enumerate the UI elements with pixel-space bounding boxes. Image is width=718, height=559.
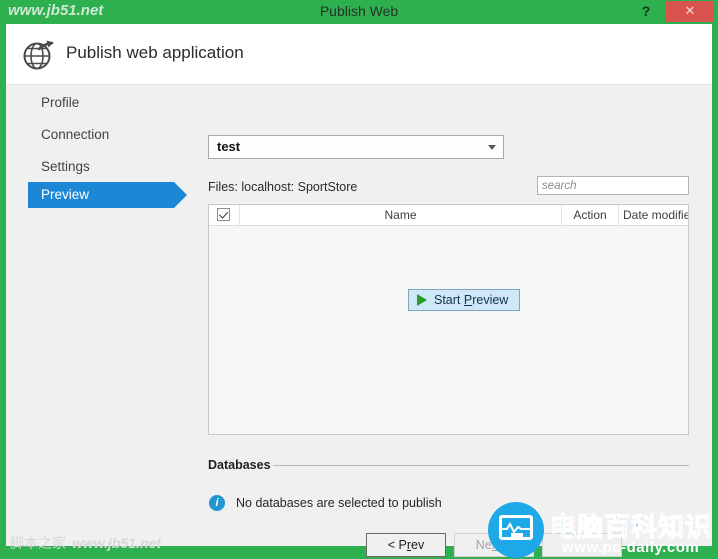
prev-button[interactable]: < Prev — [366, 533, 446, 557]
dialog-header: Publish web application — [6, 24, 712, 85]
page-title: Publish web application — [66, 43, 244, 62]
start-preview-label: Start Preview — [434, 293, 509, 307]
column-header-name[interactable]: Name — [240, 205, 562, 225]
globe-publish-icon — [22, 38, 56, 72]
close-icon: ✕ — [684, 3, 696, 18]
profile-dropdown[interactable]: test — [208, 135, 504, 159]
sidebar-item-connection[interactable]: Connection — [28, 122, 174, 148]
badge-url-text: www.pc-daily.com — [562, 539, 700, 556]
publish-web-dialog: www.jb51.net Publish Web ? ✕ Publish web — [0, 0, 718, 559]
files-label: Files: localhost: SportStore — [208, 180, 358, 194]
file-list-panel: Name Action Date modifie Start Preview — [208, 204, 689, 435]
chevron-down-icon — [488, 145, 496, 150]
select-all-header-cell[interactable] — [209, 205, 240, 225]
select-all-checkbox[interactable] — [217, 208, 230, 221]
sidebar-selection-arrow-icon — [174, 182, 187, 208]
search-input[interactable] — [537, 176, 689, 195]
window-title: Publish Web — [319, 3, 399, 19]
main-panel: test Files: localhost: SportStore Name A… — [196, 84, 712, 557]
watermark-url-text: www.jb51.net — [72, 535, 161, 551]
sidebar: Profile Connection Settings Preview — [6, 84, 196, 546]
databases-section-divider — [273, 465, 689, 466]
help-button[interactable]: ? — [636, 1, 656, 22]
databases-section-title: Databases — [208, 458, 271, 472]
databases-status-message: No databases are selected to publish — [236, 496, 442, 510]
pc-daily-watermark-badge: 电脑百科知识 www.pc-daily.com — [488, 502, 712, 558]
start-preview-button[interactable]: Start Preview — [408, 289, 521, 311]
profile-dropdown-value: test — [217, 139, 241, 154]
title-bar: www.jb51.net Publish Web ? ✕ — [0, 0, 718, 24]
pulse-wave-icon — [502, 522, 530, 534]
bottom-left-watermark: 脚本之家 www.jb51.net — [10, 533, 161, 553]
info-icon: i — [209, 495, 225, 511]
column-header-action[interactable]: Action — [562, 205, 619, 225]
close-button[interactable]: ✕ — [666, 1, 714, 22]
column-header-date-modified[interactable]: Date modifie — [619, 205, 688, 225]
sidebar-item-profile[interactable]: Profile — [28, 90, 174, 116]
file-list-header-row: Name Action Date modifie — [209, 205, 688, 226]
sidebar-item-preview[interactable]: Preview — [28, 182, 174, 208]
dialog-body: Publish web application Profile Connecti… — [6, 24, 712, 557]
sidebar-item-settings[interactable]: Settings — [28, 154, 174, 180]
watermark-cn-text: 脚本之家 — [10, 535, 66, 551]
play-icon — [417, 294, 427, 306]
